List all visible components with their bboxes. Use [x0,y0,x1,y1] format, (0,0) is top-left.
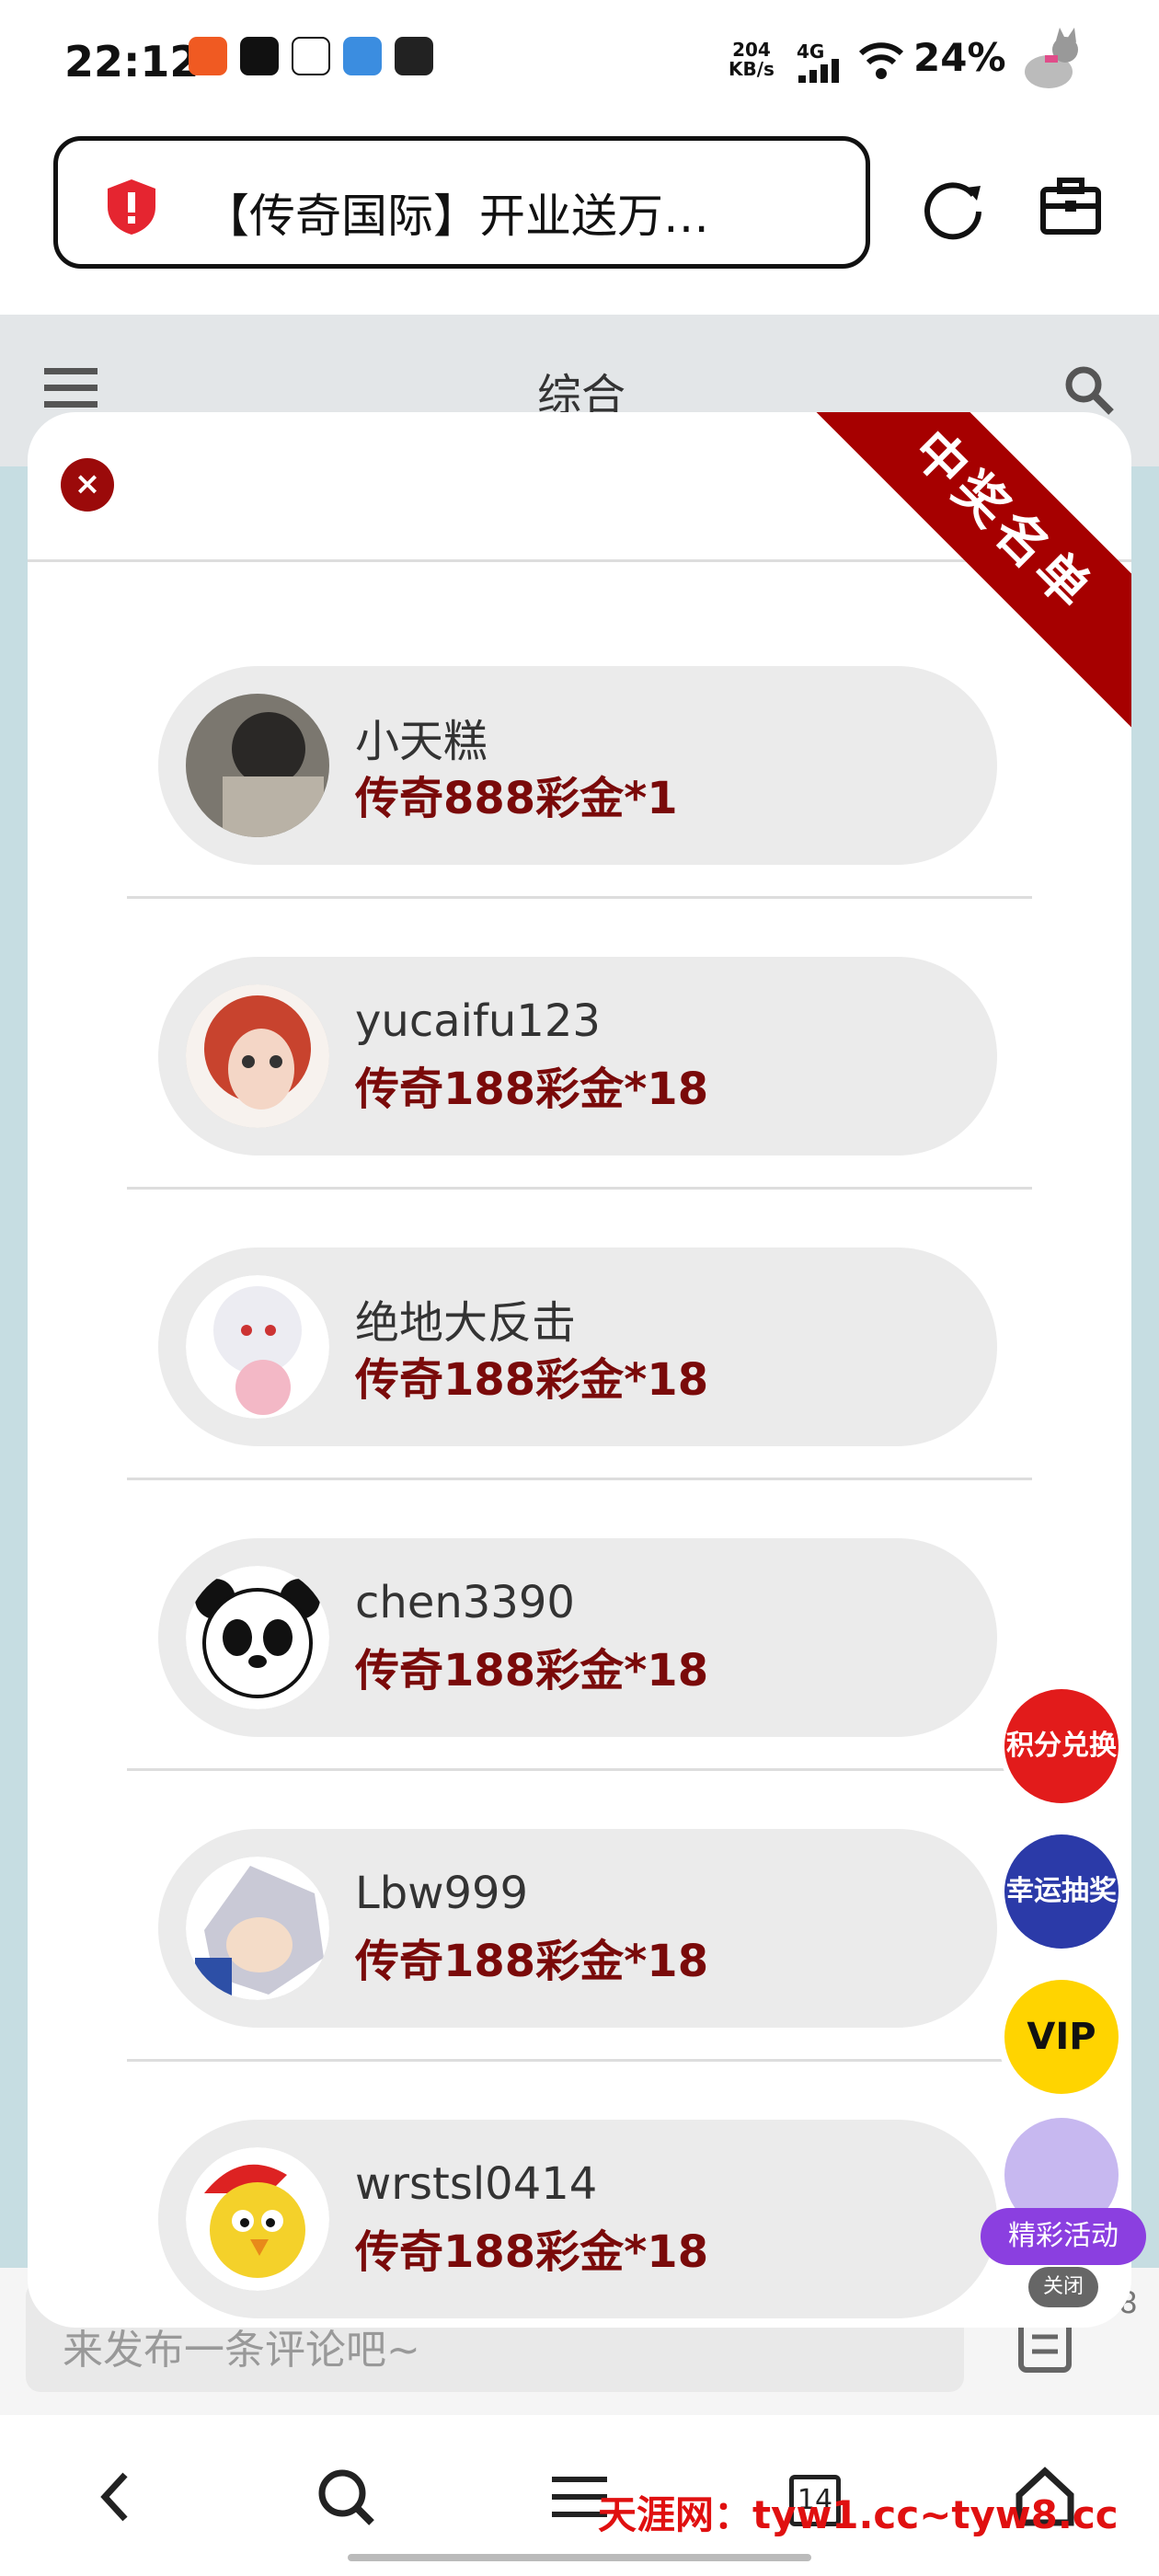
lucky-draw-label: 幸运抽奖 [1006,1875,1117,1907]
winners-modal: × 中奖名单 小天糕 传奇888彩金*1 yucaifu123 传奇188彩金*… [28,412,1131,2328]
address-title: 【传奇国际】开业送万… [203,190,709,243]
toolbox-icon[interactable] [1038,173,1104,239]
app-notification-icon [395,37,433,75]
page-content-edge [1131,466,1159,2270]
winner-item: 绝地大反击 传奇188彩金*18 [158,1248,997,1446]
app-notification-icon [343,37,382,75]
points-exchange-label: 积分兑换 [1006,1730,1117,1762]
winner-name: yucaifu123 [355,995,601,1047]
winner-name: chen3390 [355,1577,575,1628]
winner-prize: 传奇188彩金*18 [355,1064,709,1115]
cat-icon [1025,28,1078,88]
avatar [186,1566,329,1709]
back-icon[interactable] [83,2464,149,2530]
avatar [186,694,329,837]
list-divider [127,2059,1032,2062]
avatar [186,1857,329,2000]
gesture-handle [348,2554,811,2561]
winner-prize: 传奇188彩金*18 [355,2226,709,2278]
winner-name: 绝地大反击 [355,1297,577,1349]
avatar [186,984,329,1128]
list-divider [127,1187,1032,1190]
winner-name: wrstsl0414 [355,2158,598,2210]
winner-item: wrstsl0414 传奇188彩金*18 [158,2120,997,2318]
winner-item: chen3390 传奇188彩金*18 [158,1538,997,1737]
address-bar[interactable]: 【传奇国际】开业送万… [53,136,870,269]
app-notification-icon [189,37,227,75]
status-bar: 22:12 204 KB/s 4G 24% [0,0,1159,124]
winner-item: 小天糕 传奇888彩金*1 [158,666,997,865]
winner-item: Lbw999 传奇188彩金*18 [158,1829,997,2028]
menu-icon[interactable] [44,366,98,410]
watermark: 天涯网：tyw1.cc~tyw8.cc [598,2492,1119,2537]
close-float-button[interactable]: 关闭 [1028,2267,1098,2307]
winner-prize: 传奇188彩金*18 [355,1354,709,1406]
avatar [186,1275,329,1419]
winner-prize: 传奇888彩金*1 [355,773,678,824]
wifi-icon [858,42,904,79]
vip-button[interactable]: VIP [1004,1980,1119,2094]
notification-icons [189,37,433,75]
points-exchange-button[interactable]: 积分兑换 [1004,1689,1119,1803]
avatar [186,2147,329,2291]
search-icon[interactable] [313,2464,379,2530]
reload-icon[interactable] [920,175,986,241]
winner-prize: 传奇188彩金*18 [355,1645,709,1696]
winner-item: yucaifu123 传奇188彩金*18 [158,957,997,1156]
modal-close-button[interactable]: × [61,458,114,512]
battery-level: 24% [913,35,1006,80]
app-notification-icon [292,37,330,75]
shield-icon [108,179,155,235]
winner-name: Lbw999 [355,1868,529,1919]
app-notification-icon [240,37,279,75]
winner-prize: 传奇188彩金*18 [355,1936,709,1987]
vip-label: VIP [1027,2016,1096,2058]
lucky-draw-button[interactable]: 幸运抽奖 [1004,1834,1119,1949]
list-divider [127,896,1032,899]
signal-icon [798,59,839,83]
network-speed: 204 KB/s [729,39,775,80]
page-content-edge [0,466,28,2270]
activity-button[interactable]: 精彩活动 [981,2208,1146,2265]
winner-name: 小天糕 [355,716,488,767]
status-time: 22:12 [64,37,200,86]
list-divider [127,1478,1032,1480]
list-divider [127,1768,1032,1771]
search-icon[interactable] [1063,364,1115,416]
